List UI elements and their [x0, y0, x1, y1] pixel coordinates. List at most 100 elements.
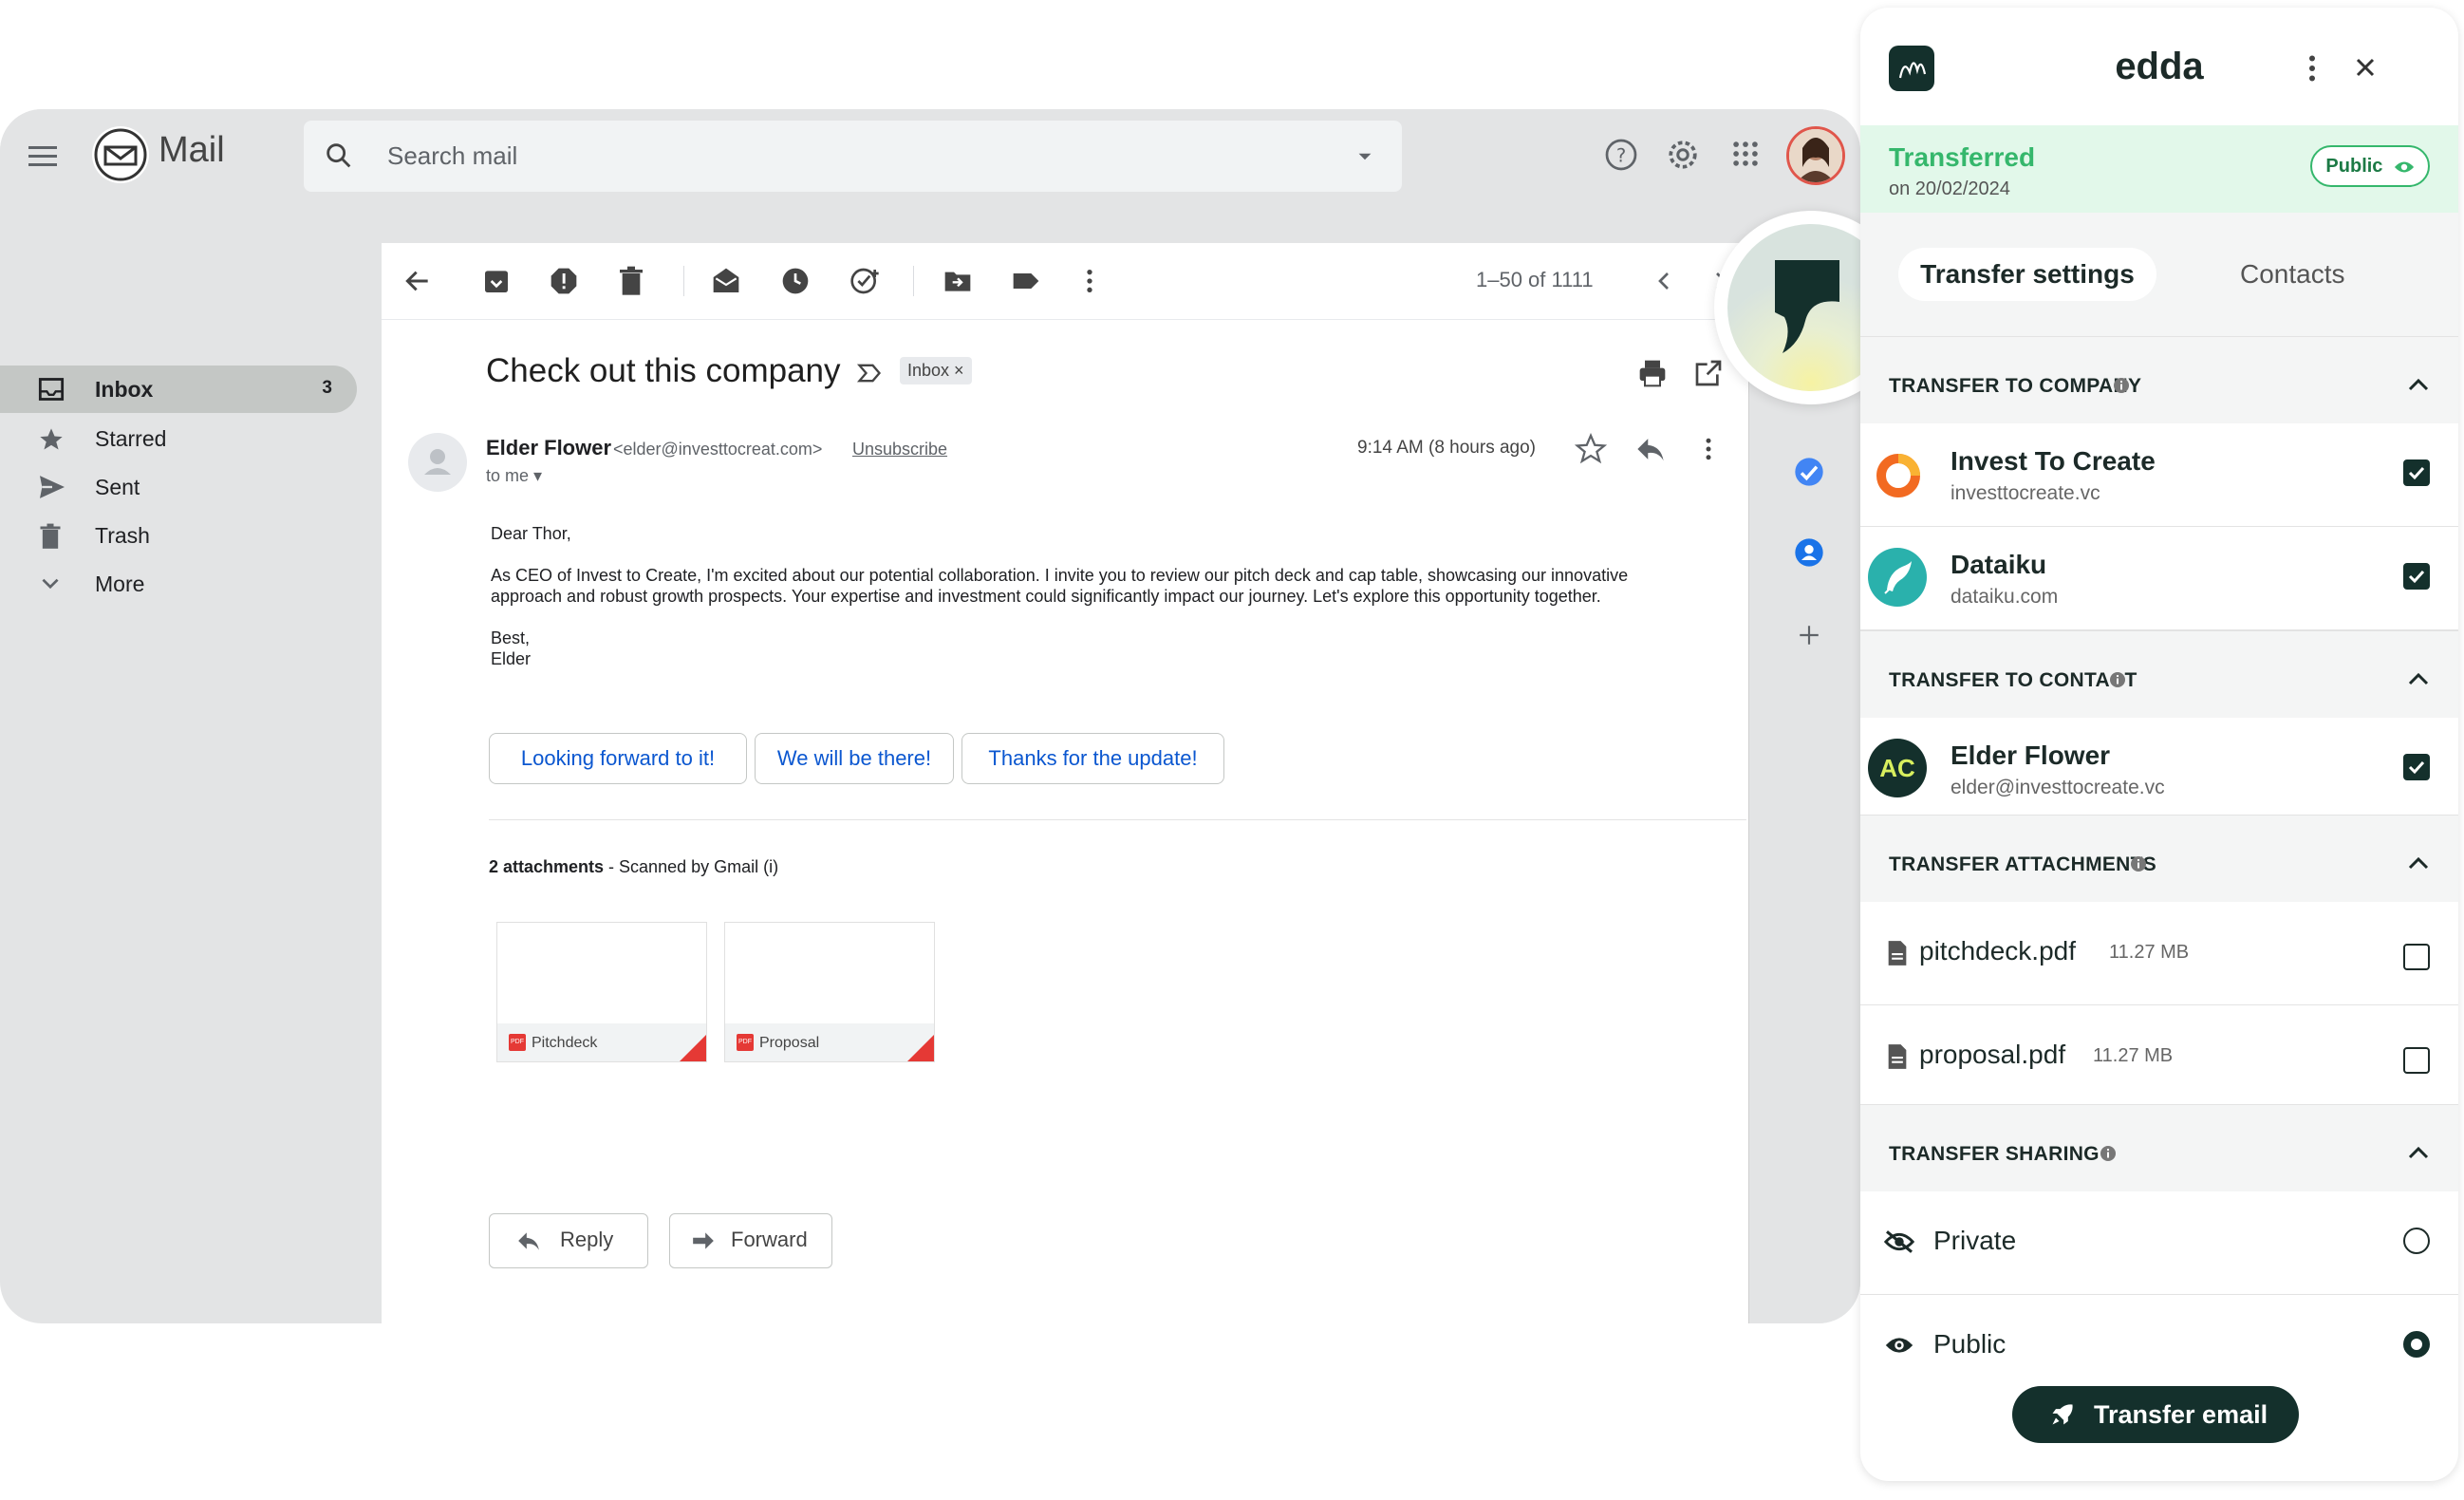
- tab-transfer-settings[interactable]: Transfer settings: [1898, 248, 2156, 301]
- main-menu-icon[interactable]: [28, 141, 57, 172]
- back-arrow-icon[interactable]: [402, 266, 433, 296]
- chevron-up-icon[interactable]: [2407, 855, 2430, 871]
- more-vert-icon[interactable]: [1084, 266, 1095, 296]
- sharing-label: Private: [1933, 1226, 2017, 1255]
- email-greeting: Dear Thor,: [491, 524, 571, 543]
- inbox-label-chip[interactable]: Inbox ×: [900, 357, 972, 384]
- move-to-folder-icon[interactable]: [942, 266, 974, 296]
- section-transfer-company[interactable]: TRANSFER TO COMPANY: [1860, 336, 2458, 425]
- info-icon[interactable]: [2109, 671, 2126, 688]
- page-fold-icon: [680, 1035, 706, 1061]
- nav-item-more[interactable]: More: [0, 560, 357, 608]
- chevron-left-icon[interactable]: [1652, 266, 1676, 296]
- section-transfer-sharing[interactable]: TRANSFER SHARING: [1860, 1104, 2458, 1193]
- account-avatar[interactable]: [1786, 126, 1845, 185]
- public-radio[interactable]: [2403, 1331, 2430, 1358]
- nav-label: Trash: [95, 523, 150, 548]
- company-checkbox[interactable]: [2403, 459, 2430, 486]
- report-spam-icon[interactable]: [549, 266, 579, 296]
- forward-button[interactable]: Forward: [669, 1213, 832, 1268]
- contacts-icon[interactable]: [1794, 537, 1824, 568]
- smart-reply-button[interactable]: Thanks for the update!: [961, 733, 1224, 784]
- info-icon[interactable]: [2113, 377, 2130, 394]
- info-icon[interactable]: [2130, 855, 2147, 872]
- transfer-email-button[interactable]: Transfer email: [2012, 1386, 2299, 1443]
- reply-label: Reply: [560, 1228, 614, 1251]
- visibility-badge[interactable]: Public: [2310, 145, 2430, 187]
- page-fold-icon: [907, 1035, 934, 1061]
- forward-icon: [693, 1232, 714, 1249]
- attachment-row[interactable]: proposal.pdf 11.27 MB: [1860, 1005, 2458, 1109]
- add-addon-icon[interactable]: [1797, 623, 1821, 647]
- attachment-card[interactable]: PDF Pitchdeck: [496, 922, 707, 1062]
- company-row[interactable]: Dataiku dataiku.com: [1860, 527, 2458, 630]
- info-icon[interactable]: [2100, 1145, 2117, 1162]
- nav-label: Starred: [95, 426, 167, 451]
- app-title: Mail: [159, 130, 225, 170]
- message-more-icon[interactable]: [1703, 435, 1714, 463]
- rocket-icon: [2052, 1404, 2073, 1425]
- archive-icon[interactable]: [481, 266, 512, 296]
- search-icon[interactable]: [323, 140, 355, 172]
- add-task-icon[interactable]: [849, 266, 881, 296]
- label-icon[interactable]: [1010, 266, 1042, 296]
- settings-gear-icon[interactable]: [1666, 138, 1700, 172]
- print-icon[interactable]: [1636, 358, 1669, 388]
- search-input[interactable]: Search mail: [387, 141, 517, 171]
- apps-grid-icon[interactable]: [1729, 138, 1762, 170]
- contact-checkbox[interactable]: [2403, 754, 2430, 780]
- attachment-checkbox[interactable]: [2403, 944, 2430, 970]
- nav-item-trash[interactable]: Trash: [0, 512, 357, 559]
- smart-reply-button[interactable]: Looking forward to it!: [489, 733, 747, 784]
- importance-marker-icon[interactable]: [856, 360, 883, 386]
- attachment-card[interactable]: PDF Proposal: [724, 922, 935, 1062]
- contact-email: elder@investtocreate.vc: [1951, 777, 2165, 798]
- contact-avatar: AC: [1868, 739, 1927, 797]
- chevron-up-icon[interactable]: [2407, 671, 2430, 686]
- star-outline-icon[interactable]: [1575, 433, 1607, 465]
- file-size: 11.27 MB: [2109, 942, 2190, 963]
- file-name: proposal.pdf: [1919, 1040, 2066, 1069]
- section-transfer-contact[interactable]: TRANSFER TO CONTACT: [1860, 630, 2458, 720]
- panel-menu-icon[interactable]: [2306, 51, 2318, 85]
- search-bar[interactable]: Search mail: [304, 121, 1402, 192]
- unsubscribe-link[interactable]: Unsubscribe: [852, 440, 947, 459]
- sender-email: <elder@investtocreat.com>: [613, 440, 823, 459]
- nav-label: More: [95, 572, 145, 596]
- contact-row[interactable]: AC Elder Flower elder@investtocreate.vc: [1860, 718, 2458, 821]
- eye-icon: [1885, 1338, 1913, 1353]
- section-transfer-attachments[interactable]: TRANSFER ATTACHMENTS: [1860, 815, 2458, 904]
- nav-item-sent[interactable]: Sent: [0, 463, 357, 511]
- help-icon[interactable]: ?: [1604, 138, 1638, 172]
- nav-label: Sent: [95, 475, 140, 499]
- attachment-row[interactable]: pitchdeck.pdf 11.27 MB: [1860, 902, 2458, 1005]
- company-domain: investtocreate.vc: [1951, 482, 2100, 504]
- recipient-toggle[interactable]: to me ▾: [486, 466, 542, 486]
- company-checkbox[interactable]: [2403, 563, 2430, 590]
- mark-unread-icon[interactable]: [710, 266, 742, 296]
- reply-icon[interactable]: [1634, 435, 1667, 463]
- open-new-window-icon[interactable]: [1693, 358, 1724, 388]
- nav-item-inbox[interactable]: Inbox 3: [0, 366, 357, 413]
- mail-logo-icon: [92, 126, 149, 183]
- delete-icon[interactable]: [617, 266, 645, 296]
- company-row[interactable]: Invest To Create investtocreate.vc: [1860, 423, 2458, 527]
- sharing-option-public[interactable]: Public: [1860, 1295, 2458, 1397]
- private-radio[interactable]: [2403, 1228, 2430, 1254]
- smart-reply-button[interactable]: We will be there!: [755, 733, 954, 784]
- chevron-up-icon[interactable]: [2407, 1145, 2430, 1160]
- message-time: 9:14 AM (8 hours ago): [1357, 438, 1536, 458]
- nav-label: Inbox: [95, 377, 154, 402]
- attachment-checkbox[interactable]: [2403, 1047, 2430, 1074]
- chevron-down-icon: [42, 578, 59, 590]
- close-icon[interactable]: [2354, 56, 2377, 79]
- tab-contacts[interactable]: Contacts: [2240, 248, 2345, 301]
- tasks-check-icon[interactable]: [1794, 457, 1824, 487]
- reply-button[interactable]: Reply: [489, 1213, 648, 1268]
- sharing-option-private[interactable]: Private: [1860, 1191, 2458, 1295]
- chevron-up-icon[interactable]: [2407, 377, 2430, 392]
- pagination-text: 1–50 of 1111: [1476, 268, 1594, 291]
- search-options-icon[interactable]: [1357, 149, 1372, 164]
- snooze-clock-icon[interactable]: [780, 266, 811, 296]
- nav-item-starred[interactable]: Starred: [0, 415, 357, 462]
